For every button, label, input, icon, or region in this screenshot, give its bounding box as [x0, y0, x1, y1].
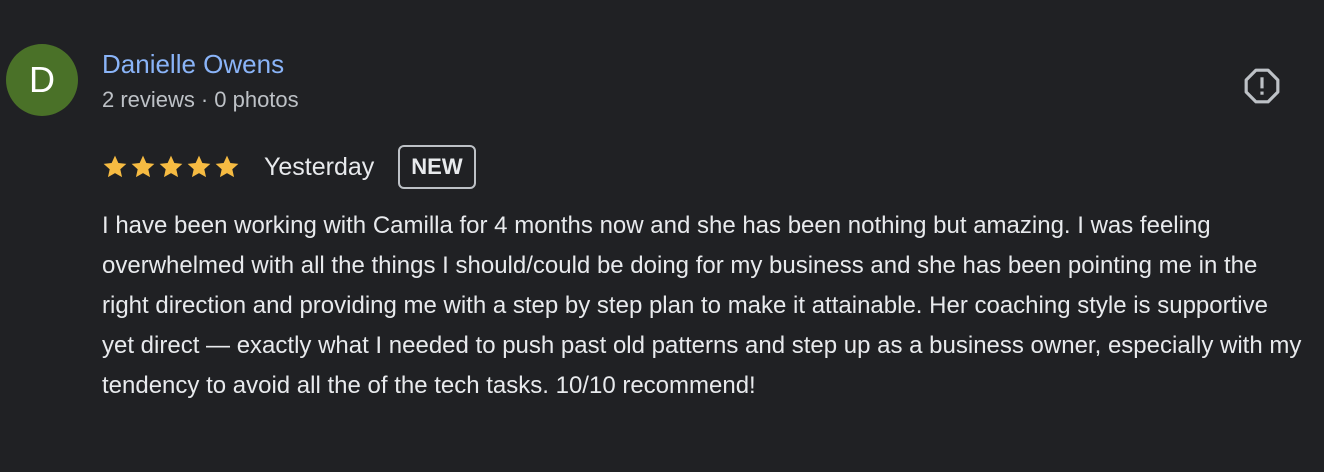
star-icon: [187, 155, 211, 178]
star-icon: [159, 155, 183, 178]
star-icon: [215, 155, 239, 178]
author-meta: 2 reviews · 0 photos: [102, 86, 299, 114]
avatar[interactable]: D: [6, 44, 78, 116]
reviews-count: 2 reviews: [102, 87, 195, 112]
report-flag-icon: [1244, 68, 1280, 104]
review-text: I have been working with Camilla for 4 m…: [102, 212, 1302, 399]
star-icon: [131, 155, 155, 178]
review-date: Yesterday: [264, 152, 375, 181]
star-icon: [103, 155, 127, 178]
avatar-initial: D: [29, 59, 55, 100]
author-name-link[interactable]: Danielle Owens: [102, 48, 284, 80]
photos-count: 0 photos: [214, 87, 299, 112]
star-rating: [102, 154, 240, 180]
report-button[interactable]: [1240, 64, 1284, 108]
new-badge: NEW: [398, 145, 476, 189]
review-card: D Danielle Owens 2 reviews · 0 photos Yest…: [0, 0, 1324, 472]
meta-separator: ·: [200, 87, 209, 112]
rating-row: Yesterday NEW: [102, 144, 476, 190]
